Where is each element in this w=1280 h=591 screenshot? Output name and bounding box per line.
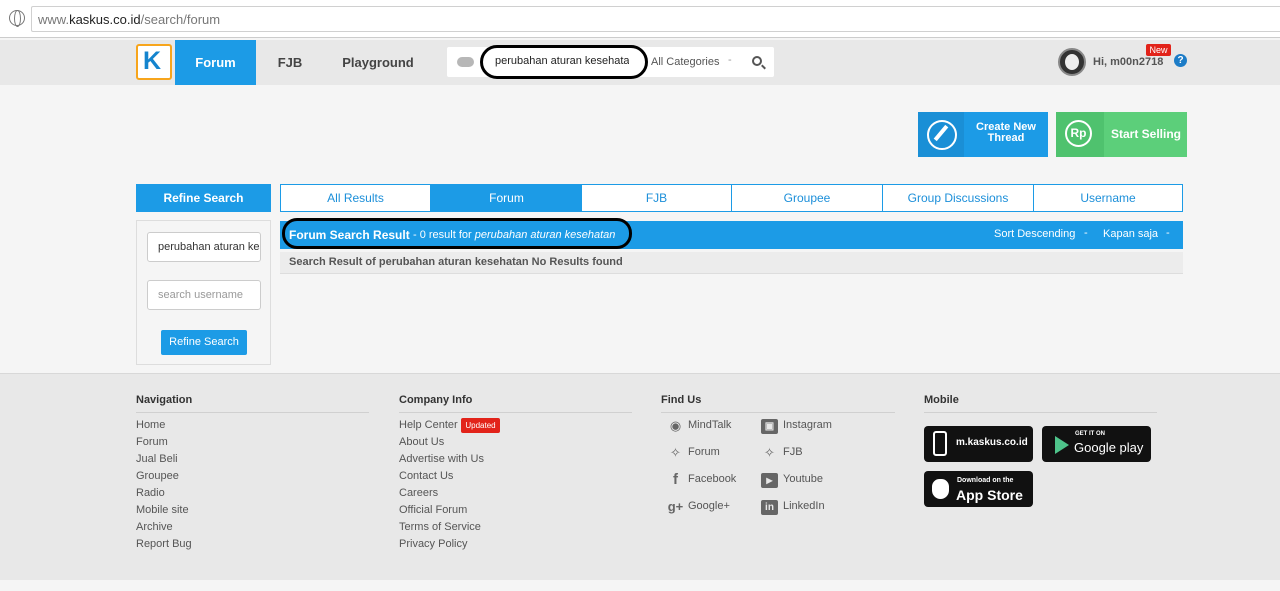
footer-link-about-us[interactable]: About Us xyxy=(399,436,444,448)
tab-username[interactable]: Username xyxy=(1033,184,1183,212)
globe-icon xyxy=(9,10,25,27)
tab-forum[interactable]: Forum xyxy=(431,184,582,212)
logo-letter: K xyxy=(143,47,162,75)
refine-query-input[interactable]: perubahan aturan kesehatan xyxy=(147,232,261,262)
footer-link-googleplus[interactable]: Google+ xyxy=(688,500,730,512)
annotation-circle-query xyxy=(480,45,648,79)
google-play-button[interactable]: GET IT ON Google play xyxy=(1042,426,1151,462)
category-select[interactable]: All Categories xyxy=(651,56,719,68)
rupiah-icon-text: Rp xyxy=(1065,120,1092,147)
footer-link-official-forum[interactable]: Official Forum xyxy=(399,504,467,516)
rupiah-icon: Rp xyxy=(1056,112,1104,157)
kaskus-logo[interactable]: K xyxy=(136,44,172,80)
url-path: /search/forum xyxy=(140,12,221,27)
footer-link-twitter-forum[interactable]: Forum xyxy=(688,446,720,458)
mobile-site-button[interactable]: m.kaskus.co.id xyxy=(924,426,1033,462)
google-play-icon xyxy=(1055,436,1069,454)
nav-tab-playground[interactable]: Playground xyxy=(324,40,432,85)
start-selling-button[interactable]: Rp Start Selling xyxy=(1056,112,1187,157)
refine-search-header: Refine Search xyxy=(136,184,271,212)
googleplus-icon: g+ xyxy=(667,499,684,514)
twitter-icon: ✧ xyxy=(764,445,775,460)
app-store-button[interactable]: Download on the App Store xyxy=(924,471,1033,507)
nav-tab-forum[interactable]: Forum xyxy=(175,40,256,85)
sort-dropdown[interactable]: Sort Descending xyxy=(994,228,1075,240)
appstore-small-text: Download on the xyxy=(957,477,1014,484)
instagram-icon: ▣ xyxy=(761,419,778,434)
nav-tab-fjb[interactable]: FJB xyxy=(256,40,324,85)
url-domain: kaskus.co.id xyxy=(69,12,141,27)
footer-link-privacy[interactable]: Privacy Policy xyxy=(399,538,467,550)
new-badge: New xyxy=(1146,44,1171,56)
footer-link-forum[interactable]: Forum xyxy=(136,436,168,448)
search-icon[interactable] xyxy=(752,56,762,66)
apple-icon xyxy=(932,479,949,499)
tab-fjb[interactable]: FJB xyxy=(581,184,732,212)
category-caret-icon[interactable]: - xyxy=(728,54,732,66)
sort-caret-icon[interactable]: - xyxy=(1084,227,1088,239)
footer-link-radio[interactable]: Radio xyxy=(136,487,165,499)
footer-link-jual-beli[interactable]: Jual Beli xyxy=(136,453,178,465)
tab-groupee[interactable]: Groupee xyxy=(731,184,883,212)
footer-link-groupee[interactable]: Groupee xyxy=(136,470,179,482)
time-caret-icon[interactable]: - xyxy=(1166,227,1170,239)
help-icon[interactable]: ? xyxy=(1174,54,1187,67)
footer-link-careers[interactable]: Careers xyxy=(399,487,438,499)
footer-link-terms[interactable]: Terms of Service xyxy=(399,521,481,533)
footer-mobile-title: Mobile xyxy=(924,394,1157,413)
create-thread-button[interactable]: Create New Thread xyxy=(918,112,1048,157)
time-filter-dropdown[interactable]: Kapan saja xyxy=(1103,228,1158,240)
empty-result-message: Search Result of perubahan aturan keseha… xyxy=(289,256,623,268)
appstore-big-text: App Store xyxy=(956,487,1023,503)
browser-url-bar: www.kaskus.co.id/search/forum xyxy=(0,0,1280,38)
empty-result-row: Search Result of perubahan aturan keseha… xyxy=(280,252,1183,274)
footer-link-report-bug[interactable]: Report Bug xyxy=(136,538,192,550)
twitter-icon: ✧ xyxy=(670,445,681,460)
gplay-small-text: GET IT ON xyxy=(1075,431,1105,437)
footer-findus-title: Find Us xyxy=(661,394,895,413)
phone-icon xyxy=(933,431,947,456)
footer-link-help-center[interactable]: Help Center xyxy=(399,419,458,431)
chat-cloud-icon xyxy=(457,57,474,67)
footer-navigation-title: Navigation xyxy=(136,394,369,413)
footer-link-archive[interactable]: Archive xyxy=(136,521,173,533)
footer-link-instagram[interactable]: Instagram xyxy=(783,419,832,431)
footer-link-home[interactable]: Home xyxy=(136,419,165,431)
tab-all-results[interactable]: All Results xyxy=(280,184,431,212)
refine-panel: perubahan aturan kesehatan search userna… xyxy=(136,220,271,365)
footer-link-facebook[interactable]: Facebook xyxy=(688,473,736,485)
create-thread-label: Create New Thread xyxy=(976,121,1036,144)
start-selling-label: Start Selling xyxy=(1111,127,1182,141)
pencil-icon xyxy=(918,112,964,157)
footer-link-mobile-site[interactable]: Mobile site xyxy=(136,504,189,516)
footer-link-twitter-fjb[interactable]: FJB xyxy=(783,446,803,458)
footer-company-title: Company Info xyxy=(399,394,632,413)
bottom-strip xyxy=(0,580,1280,591)
username-search-input[interactable]: search username xyxy=(147,280,261,310)
updated-badge: Updated xyxy=(461,418,500,433)
mobile-site-label: m.kaskus.co.id xyxy=(956,437,1028,448)
footer-link-youtube[interactable]: Youtube xyxy=(783,473,823,485)
url-prefix: www. xyxy=(38,12,70,27)
avatar[interactable] xyxy=(1058,48,1086,76)
refine-search-button[interactable]: Refine Search xyxy=(161,330,247,355)
footer-link-mindtalk[interactable]: MindTalk xyxy=(688,419,731,431)
mindtalk-icon: ◉ xyxy=(669,418,682,433)
user-greeting[interactable]: Hi, m00n2718 xyxy=(1093,56,1163,68)
url-text[interactable]: www.kaskus.co.id/search/forum xyxy=(38,12,220,27)
tab-group-discussions[interactable]: Group Discussions xyxy=(882,184,1034,212)
youtube-icon: ▶ xyxy=(761,473,778,488)
footer-link-contact-us[interactable]: Contact Us xyxy=(399,470,453,482)
facebook-icon: f xyxy=(673,471,678,488)
footer-link-linkedin[interactable]: LinkedIn xyxy=(783,500,825,512)
annotation-circle-result xyxy=(282,218,632,249)
gplay-big-text: Google play xyxy=(1074,440,1144,455)
linkedin-icon: in xyxy=(761,500,778,515)
footer-link-advertise[interactable]: Advertise with Us xyxy=(399,453,484,465)
